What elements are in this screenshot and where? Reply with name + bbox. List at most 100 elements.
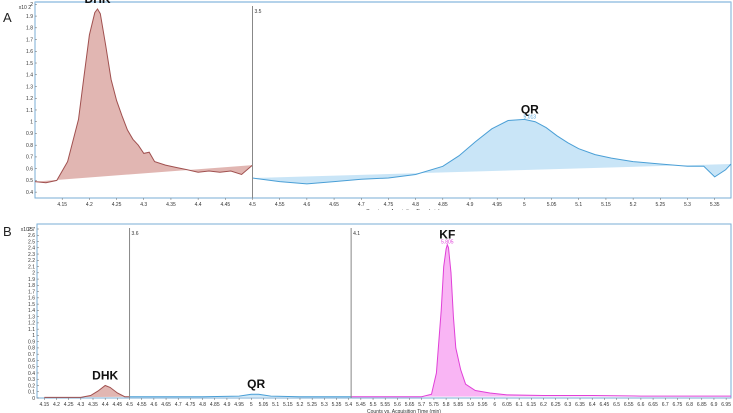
peak-time-label: 5.013 bbox=[524, 114, 537, 120]
x-tick-label: 4.4 bbox=[195, 202, 202, 208]
x-tick-label: 5.3 bbox=[684, 202, 691, 208]
segment-divider-label: 3.6 bbox=[132, 231, 139, 237]
peak-label-qr: QR bbox=[247, 377, 265, 391]
y-tick-label: 0.2 bbox=[28, 383, 35, 389]
x-tick-label: 5.65 bbox=[405, 402, 415, 408]
y-tick-label: 1.6 bbox=[28, 296, 35, 302]
x-tick-label: 6.8 bbox=[686, 402, 693, 408]
y-tick-label: 0.5 bbox=[26, 178, 33, 184]
x-tick-label: 4.4 bbox=[102, 402, 109, 408]
y-tick-label: 2.3 bbox=[28, 252, 35, 258]
x-tick-label: 6.15 bbox=[526, 402, 536, 408]
x-tick-label: 5.7 bbox=[418, 402, 425, 408]
y-tick-label: 2.4 bbox=[28, 246, 35, 252]
x-tick-label: 5.5 bbox=[370, 402, 377, 408]
x-tick-label: 4.95 bbox=[234, 402, 244, 408]
x-tick-label: 6.25 bbox=[551, 402, 561, 408]
y-tick-label: 0.7 bbox=[26, 155, 33, 161]
x-tick-label: 6.75 bbox=[673, 402, 683, 408]
x-tick-label: 6.85 bbox=[697, 402, 707, 408]
y-tick-label: 1.2 bbox=[28, 321, 35, 327]
y-tick-label: 2.7 bbox=[28, 227, 35, 233]
y-tick-label: 1.6 bbox=[26, 49, 33, 55]
x-tick-label: 4.65 bbox=[329, 202, 339, 208]
x-tick-label: 5.4 bbox=[345, 402, 352, 408]
x-tick-label: 5.3 bbox=[321, 402, 328, 408]
x-tick-label: 5.2 bbox=[630, 202, 637, 208]
peak-time-label: 5.805 bbox=[441, 240, 454, 246]
y-tick-label: 0.4 bbox=[28, 371, 35, 377]
x-tick-label: 4.15 bbox=[57, 202, 67, 208]
x-tick-label: 4.2 bbox=[86, 202, 93, 208]
x-tick-label: 4.5 bbox=[249, 202, 256, 208]
x-tick-label: 5 bbox=[523, 202, 526, 208]
y-tick-label: 1.9 bbox=[26, 14, 33, 20]
x-tick-label: 6.3 bbox=[564, 402, 571, 408]
y-tick-label: 2.5 bbox=[28, 239, 35, 245]
x-tick-label: 6.05 bbox=[502, 402, 512, 408]
x-tick-label: 5.05 bbox=[259, 402, 269, 408]
x-tick-label: 4.35 bbox=[88, 402, 98, 408]
x-tick-label: 4.6 bbox=[303, 202, 310, 208]
x-tick-label: 4.75 bbox=[384, 202, 394, 208]
y-tick-label: 1.8 bbox=[26, 26, 33, 32]
y-tick-label: 0.1 bbox=[28, 390, 35, 396]
y-tick-label: 1.9 bbox=[28, 277, 35, 283]
chromatogram-a: x10 20.40.50.60.70.80.911.11.21.31.41.51… bbox=[19, 0, 732, 210]
y-tick-label: 0.8 bbox=[28, 346, 35, 352]
x-tick-label: 5.85 bbox=[453, 402, 463, 408]
x-tick-label: 4.7 bbox=[358, 202, 365, 208]
x-tick-label: 4.15 bbox=[39, 402, 49, 408]
y-tick-label: 1.7 bbox=[26, 37, 33, 43]
x-tick-label: 4.85 bbox=[210, 402, 220, 408]
x-tick-label: 5.1 bbox=[272, 402, 279, 408]
x-tick-label: 5.15 bbox=[601, 202, 611, 208]
x-tick-label: 4.5 bbox=[126, 402, 133, 408]
x-tick-label: 4.45 bbox=[112, 402, 122, 408]
x-tick-label: 5.35 bbox=[332, 402, 342, 408]
peak-label-dhk: DHK bbox=[85, 0, 111, 6]
y-tick-label: 1 bbox=[30, 120, 33, 126]
y-tick-label: 1.3 bbox=[26, 84, 33, 90]
y-tick-label: 0 bbox=[32, 396, 35, 402]
x-tick-label: 6.5 bbox=[613, 402, 620, 408]
y-tick-label: 2 bbox=[30, 2, 33, 8]
x-tick-label: 4.7 bbox=[175, 402, 182, 408]
y-tick-label: 1.5 bbox=[28, 302, 35, 308]
plot-frame bbox=[36, 223, 732, 399]
x-tick-label: 5.1 bbox=[575, 202, 582, 208]
x-tick-label: 4.6 bbox=[150, 402, 157, 408]
x-tick-label: 6.45 bbox=[600, 402, 610, 408]
y-tick-label: 2 bbox=[32, 271, 35, 277]
x-tick-label: 5.45 bbox=[356, 402, 366, 408]
y-tick-label: 1.4 bbox=[28, 308, 35, 314]
y-tick-label: 1.4 bbox=[26, 73, 33, 79]
x-axis-label: Counts vs. Acquisition Time (min) bbox=[367, 409, 441, 413]
x-tick-label: 6.9 bbox=[710, 402, 717, 408]
x-tick-label: 6.6 bbox=[637, 402, 644, 408]
x-tick-label: 4.2 bbox=[53, 402, 60, 408]
x-tick-label: 6.55 bbox=[624, 402, 634, 408]
y-tick-label: 0.4 bbox=[26, 190, 33, 196]
segment-divider-label: 3.5 bbox=[255, 9, 262, 15]
y-tick-label: 0.7 bbox=[28, 352, 35, 358]
x-tick-label: 4.9 bbox=[223, 402, 230, 408]
x-tick-label: 4.75 bbox=[186, 402, 196, 408]
x-tick-label: 6.35 bbox=[575, 402, 585, 408]
y-tick-label: 2.6 bbox=[28, 233, 35, 239]
y-tick-label: 1.2 bbox=[26, 96, 33, 102]
x-tick-label: 6.7 bbox=[662, 402, 669, 408]
x-tick-label: 4.3 bbox=[140, 202, 147, 208]
y-tick-label: 0.9 bbox=[28, 339, 35, 345]
x-tick-label: 5.6 bbox=[394, 402, 401, 408]
x-tick-label: 5.25 bbox=[307, 402, 317, 408]
chromatogram-b: x10 500.10.20.30.40.50.60.70.80.911.11.2… bbox=[21, 223, 732, 413]
x-tick-label: 4.85 bbox=[438, 202, 448, 208]
x-tick-label: 6.4 bbox=[589, 402, 596, 408]
x-tick-label: 6.1 bbox=[516, 402, 523, 408]
x-tick-label: 4.25 bbox=[112, 202, 122, 208]
x-tick-label: 5.9 bbox=[467, 402, 474, 408]
y-tick-label: 0.9 bbox=[26, 131, 33, 137]
x-tick-label: 5.2 bbox=[297, 402, 304, 408]
y-tick-label: 2.1 bbox=[28, 264, 35, 270]
